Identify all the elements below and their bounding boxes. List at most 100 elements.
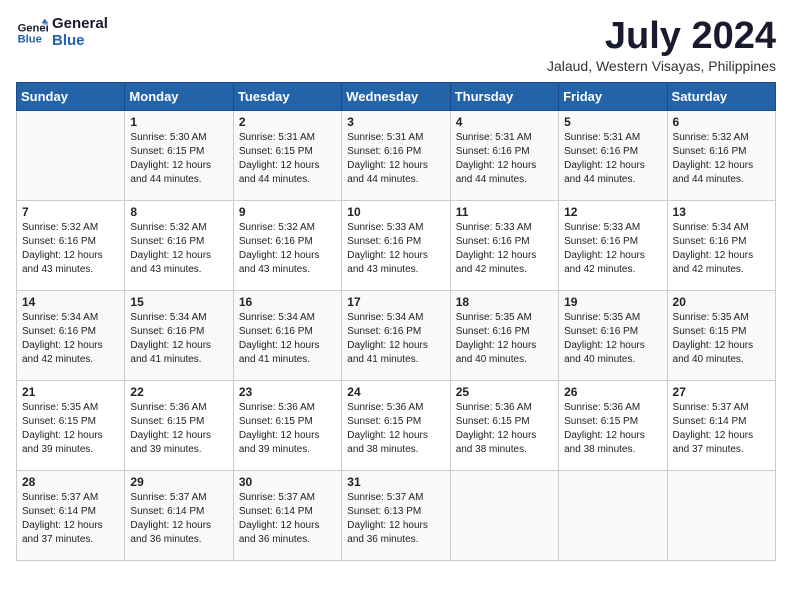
- day-number: 24: [347, 385, 444, 399]
- day-number: 2: [239, 115, 336, 129]
- day-info: Sunrise: 5:32 AMSunset: 6:16 PMDaylight:…: [22, 221, 119, 277]
- day-info: Sunrise: 5:34 AMSunset: 6:16 PMDaylight:…: [130, 311, 227, 367]
- weekday-header-tuesday: Tuesday: [233, 82, 341, 110]
- calendar-cell: 15Sunrise: 5:34 AMSunset: 6:16 PMDayligh…: [125, 290, 233, 380]
- logo: General Blue General Blue: [16, 16, 108, 49]
- calendar-week-row: 14 Sunrise: 5:34 AMSunset: 6:16 PMDayligh…: [17, 290, 776, 380]
- day-info: Sunrise: 5:35 AMSunset: 6:15 PMDaylight:…: [22, 401, 119, 457]
- day-info: Sunrise: 5:37 AMSunset: 6:14 PMDaylight:…: [239, 491, 336, 547]
- day-number: 7: [22, 205, 119, 219]
- day-number: 28: [22, 475, 119, 489]
- day-number: 12: [564, 205, 661, 219]
- calendar-week-row: 21 Sunrise: 5:35 AMSunset: 6:15 PMDayligh…: [17, 380, 776, 470]
- day-number: 8: [130, 205, 227, 219]
- weekday-header-saturday: Saturday: [667, 82, 775, 110]
- calendar-cell: 24 Sunrise: 5:36 AMSunset: 6:15 PMDayligh…: [342, 380, 450, 470]
- calendar-cell: 2Sunrise: 5:31 AMSunset: 6:15 PMDaylight…: [233, 110, 341, 200]
- calendar-cell: 21 Sunrise: 5:35 AMSunset: 6:15 PMDayligh…: [17, 380, 125, 470]
- day-number: 22: [130, 385, 227, 399]
- page-header: General Blue General Blue July 2024 Jala…: [16, 16, 776, 74]
- day-number: 5: [564, 115, 661, 129]
- day-info: Sunrise: 5:37 AMSunset: 6:14 PMDaylight:…: [130, 491, 227, 547]
- calendar-week-row: 7 Sunrise: 5:32 AMSunset: 6:16 PMDaylight…: [17, 200, 776, 290]
- calendar-cell: 13 Sunrise: 5:34 AMSunset: 6:16 PMDayligh…: [667, 200, 775, 290]
- calendar-cell: 9Sunrise: 5:32 AMSunset: 6:16 PMDaylight…: [233, 200, 341, 290]
- day-number: 14: [22, 295, 119, 309]
- calendar-cell: 8 Sunrise: 5:32 AMSunset: 6:16 PMDaylight…: [125, 200, 233, 290]
- day-number: 23: [239, 385, 336, 399]
- calendar-cell: 17 Sunrise: 5:34 AMSunset: 6:16 PMDayligh…: [342, 290, 450, 380]
- day-number: 27: [673, 385, 770, 399]
- day-info: Sunrise: 5:33 AMSunset: 6:16 PMDaylight:…: [347, 221, 444, 277]
- day-number: 1: [130, 115, 227, 129]
- day-number: 18: [456, 295, 553, 309]
- weekday-header-sunday: Sunday: [17, 82, 125, 110]
- day-info: Sunrise: 5:36 AMSunset: 6:15 PMDaylight:…: [347, 401, 444, 457]
- day-info: Sunrise: 5:34 AMSunset: 6:16 PMDaylight:…: [347, 311, 444, 367]
- calendar-week-row: 1 Sunrise: 5:30 AMSunset: 6:15 PMDaylight…: [17, 110, 776, 200]
- calendar-cell: 31Sunrise: 5:37 AMSunset: 6:13 PMDayligh…: [342, 470, 450, 560]
- day-info: Sunrise: 5:36 AMSunset: 6:15 PMDaylight:…: [456, 401, 553, 457]
- day-info: Sunrise: 5:37 AMSunset: 6:14 PMDaylight:…: [22, 491, 119, 547]
- day-number: 3: [347, 115, 444, 129]
- calendar-cell: 6 Sunrise: 5:32 AMSunset: 6:16 PMDaylight…: [667, 110, 775, 200]
- calendar-cell: 1 Sunrise: 5:30 AMSunset: 6:15 PMDaylight…: [125, 110, 233, 200]
- day-info: Sunrise: 5:32 AMSunset: 6:16 PMDaylight:…: [673, 131, 770, 187]
- calendar-cell: 29 Sunrise: 5:37 AMSunset: 6:14 PMDayligh…: [125, 470, 233, 560]
- weekday-header-monday: Monday: [125, 82, 233, 110]
- day-info: Sunrise: 5:34 AMSunset: 6:16 PMDaylight:…: [673, 221, 770, 277]
- logo-icon: General Blue: [16, 17, 48, 49]
- calendar-cell: 25 Sunrise: 5:36 AMSunset: 6:15 PMDayligh…: [450, 380, 558, 470]
- calendar-cell: 23 Sunrise: 5:36 AMSunset: 6:15 PMDayligh…: [233, 380, 341, 470]
- day-info: Sunrise: 5:34 AMSunset: 6:16 PMDaylight:…: [22, 311, 119, 367]
- day-info: Sunrise: 5:35 AMSunset: 6:16 PMDaylight:…: [564, 311, 661, 367]
- calendar-cell: 11Sunrise: 5:33 AMSunset: 6:16 PMDayligh…: [450, 200, 558, 290]
- calendar-cell: 20Sunrise: 5:35 AMSunset: 6:15 PMDayligh…: [667, 290, 775, 380]
- day-number: 30: [239, 475, 336, 489]
- day-number: 29: [130, 475, 227, 489]
- day-info: Sunrise: 5:36 AMSunset: 6:15 PMDaylight:…: [564, 401, 661, 457]
- day-number: 6: [673, 115, 770, 129]
- day-info: Sunrise: 5:36 AMSunset: 6:15 PMDaylight:…: [130, 401, 227, 457]
- location-subtitle: Jalaud, Western Visayas, Philippines: [547, 58, 776, 74]
- calendar-cell: 22 Sunrise: 5:36 AMSunset: 6:15 PMDayligh…: [125, 380, 233, 470]
- logo-blue: Blue: [52, 33, 108, 50]
- month-year-title: July 2024: [547, 16, 776, 58]
- calendar-cell: 10 Sunrise: 5:33 AMSunset: 6:16 PMDayligh…: [342, 200, 450, 290]
- calendar-cell: [667, 470, 775, 560]
- day-number: 13: [673, 205, 770, 219]
- day-info: Sunrise: 5:36 AMSunset: 6:15 PMDaylight:…: [239, 401, 336, 457]
- day-number: 19: [564, 295, 661, 309]
- svg-text:Blue: Blue: [18, 33, 42, 45]
- calendar-cell: 14 Sunrise: 5:34 AMSunset: 6:16 PMDayligh…: [17, 290, 125, 380]
- weekday-header-friday: Friday: [559, 82, 667, 110]
- calendar-cell: 18Sunrise: 5:35 AMSunset: 6:16 PMDayligh…: [450, 290, 558, 380]
- calendar-cell: 27Sunrise: 5:37 AMSunset: 6:14 PMDayligh…: [667, 380, 775, 470]
- calendar-cell: 30 Sunrise: 5:37 AMSunset: 6:14 PMDayligh…: [233, 470, 341, 560]
- calendar-table: SundayMondayTuesdayWednesdayThursdayFrid…: [16, 82, 776, 561]
- day-number: 17: [347, 295, 444, 309]
- day-info: Sunrise: 5:32 AMSunset: 6:16 PMDaylight:…: [130, 221, 227, 277]
- calendar-cell: 28 Sunrise: 5:37 AMSunset: 6:14 PMDayligh…: [17, 470, 125, 560]
- day-info: Sunrise: 5:30 AMSunset: 6:15 PMDaylight:…: [130, 131, 227, 187]
- calendar-cell: 26Sunrise: 5:36 AMSunset: 6:15 PMDayligh…: [559, 380, 667, 470]
- calendar-cell: [559, 470, 667, 560]
- calendar-cell: 7 Sunrise: 5:32 AMSunset: 6:16 PMDaylight…: [17, 200, 125, 290]
- calendar-cell: 16Sunrise: 5:34 AMSunset: 6:16 PMDayligh…: [233, 290, 341, 380]
- day-info: Sunrise: 5:35 AMSunset: 6:15 PMDaylight:…: [673, 311, 770, 367]
- calendar-cell: [450, 470, 558, 560]
- day-number: 10: [347, 205, 444, 219]
- calendar-cell: 12 Sunrise: 5:33 AMSunset: 6:16 PMDayligh…: [559, 200, 667, 290]
- day-info: Sunrise: 5:37 AMSunset: 6:13 PMDaylight:…: [347, 491, 444, 547]
- day-info: Sunrise: 5:33 AMSunset: 6:16 PMDaylight:…: [564, 221, 661, 277]
- day-info: Sunrise: 5:32 AMSunset: 6:16 PMDaylight:…: [239, 221, 336, 277]
- day-info: Sunrise: 5:31 AMSunset: 6:16 PMDaylight:…: [456, 131, 553, 187]
- calendar-cell: [17, 110, 125, 200]
- day-number: 21: [22, 385, 119, 399]
- title-block: July 2024 Jalaud, Western Visayas, Phili…: [547, 16, 776, 74]
- day-number: 4: [456, 115, 553, 129]
- day-number: 16: [239, 295, 336, 309]
- svg-text:General: General: [18, 22, 48, 34]
- weekday-header-row: SundayMondayTuesdayWednesdayThursdayFrid…: [17, 82, 776, 110]
- day-number: 25: [456, 385, 553, 399]
